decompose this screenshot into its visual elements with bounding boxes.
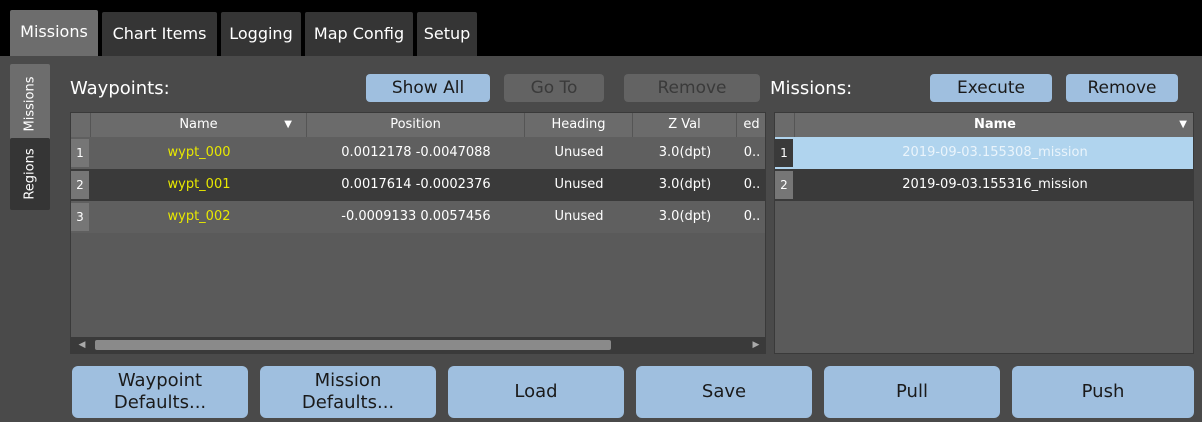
missions-label: Missions:: [770, 78, 853, 99]
waypoint-heading[interactable]: Unused: [525, 169, 633, 201]
column-mission-name-label: Name: [973, 117, 1016, 132]
waypoint-zval[interactable]: 3.0(dpt): [633, 169, 737, 201]
row-number[interactable]: 3: [71, 203, 89, 231]
execute-button[interactable]: Execute: [930, 74, 1052, 102]
chevron-down-icon[interactable]: ▼: [284, 113, 292, 137]
table-row[interactable]: 2 2019-09-03.155316_mission: [775, 169, 1193, 201]
missions-table: Name ▼ 1 2019-09-03.155308_mission 2 201…: [774, 112, 1194, 354]
waypoint-extra[interactable]: 0..: [737, 169, 765, 201]
table-row[interactable]: 1 wypt_000 0.0012178 -0.0047088 Unused 3…: [71, 137, 765, 169]
scroll-right-icon[interactable]: ▶: [747, 337, 765, 353]
waypoint-name[interactable]: wypt_001: [91, 169, 307, 201]
save-button[interactable]: Save: [636, 366, 812, 418]
row-number[interactable]: 2: [71, 171, 89, 199]
horizontal-scrollbar[interactable]: ◀ ▶: [71, 337, 765, 353]
waypoints-table-header: Name ▼ Position Heading Z Val ed: [71, 113, 765, 137]
side-tab-missions-label: Missions: [22, 76, 38, 132]
tab-logging[interactable]: Logging: [221, 12, 301, 56]
row-header-corner: [775, 113, 795, 137]
waypoint-extra[interactable]: 0..: [737, 201, 765, 233]
table-row[interactable]: 3 wypt_002 -0.0009133 0.0057456 Unused 3…: [71, 201, 765, 233]
column-header-name[interactable]: Name ▼: [91, 113, 307, 137]
column-header-mission-name[interactable]: Name ▼: [795, 113, 1193, 137]
go-to-button[interactable]: Go To: [504, 74, 604, 102]
pull-button[interactable]: Pull: [824, 366, 1000, 418]
waypoint-heading[interactable]: Unused: [525, 137, 633, 169]
row-number[interactable]: 1: [775, 139, 793, 167]
missions-panel: Waypoints: Show All Go To Remove Mission…: [58, 56, 1202, 422]
chevron-down-icon[interactable]: ▼: [1179, 113, 1187, 137]
side-tab-regions[interactable]: Regions: [10, 138, 50, 210]
mission-defaults-button[interactable]: Mission Defaults...: [260, 366, 436, 418]
mission-defaults-line2: Defaults...: [301, 392, 395, 413]
waypoint-heading[interactable]: Unused: [525, 201, 633, 233]
scrollbar-thumb[interactable]: [95, 340, 611, 350]
side-tab-bar: Missions Regions: [0, 56, 58, 422]
waypoint-name[interactable]: wypt_000: [91, 137, 307, 169]
waypoint-defaults-label: Waypoint Defaults...: [114, 370, 206, 414]
side-tab-missions[interactable]: Missions: [10, 64, 50, 144]
waypoint-position[interactable]: -0.0009133 0.0057456: [307, 201, 525, 233]
waypoint-defaults-line1: Waypoint: [117, 370, 203, 391]
tab-map-config[interactable]: Map Config: [305, 12, 413, 56]
waypoint-defaults-button[interactable]: Waypoint Defaults...: [72, 366, 248, 418]
row-number[interactable]: 2: [775, 171, 793, 199]
scroll-left-icon[interactable]: ◀: [73, 337, 91, 353]
mission-name[interactable]: 2019-09-03.155316_mission: [795, 169, 1193, 201]
waypoint-name[interactable]: wypt_002: [91, 201, 307, 233]
waypoint-position[interactable]: 0.0017614 -0.0002376: [307, 169, 525, 201]
row-header-corner: [71, 113, 91, 137]
show-all-button[interactable]: Show All: [366, 74, 490, 102]
mission-defaults-label: Mission Defaults...: [302, 370, 394, 414]
column-header-position[interactable]: Position: [307, 113, 525, 137]
table-row[interactable]: 1 2019-09-03.155308_mission: [775, 137, 1193, 169]
waypoint-zval[interactable]: 3.0(dpt): [633, 137, 737, 169]
table-row[interactable]: 2 wypt_001 0.0017614 -0.0002376 Unused 3…: [71, 169, 765, 201]
load-button[interactable]: Load: [448, 366, 624, 418]
mission-defaults-line1: Mission: [314, 370, 382, 391]
remove-mission-button[interactable]: Remove: [1066, 74, 1178, 102]
top-tab-bar: Missions Chart Items Logging Map Config …: [0, 0, 1202, 56]
remove-waypoint-button[interactable]: Remove: [624, 74, 760, 102]
waypoint-defaults-line2: Defaults...: [113, 392, 207, 413]
side-tab-regions-label: Regions: [22, 148, 38, 200]
column-header-extra[interactable]: ed: [737, 113, 765, 137]
tab-setup[interactable]: Setup: [417, 12, 477, 56]
tab-chart-items[interactable]: Chart Items: [102, 12, 217, 56]
missions-table-header: Name ▼: [775, 113, 1193, 137]
column-header-zval[interactable]: Z Val: [633, 113, 737, 137]
tab-missions[interactable]: Missions: [10, 10, 98, 56]
waypoints-table: Name ▼ Position Heading Z Val ed 1 wypt_…: [70, 112, 766, 354]
waypoint-zval[interactable]: 3.0(dpt): [633, 201, 737, 233]
push-button[interactable]: Push: [1012, 366, 1194, 418]
waypoint-position[interactable]: 0.0012178 -0.0047088: [307, 137, 525, 169]
waypoints-label: Waypoints:: [70, 78, 170, 99]
mission-name[interactable]: 2019-09-03.155308_mission: [795, 137, 1193, 169]
column-header-heading[interactable]: Heading: [525, 113, 633, 137]
row-number[interactable]: 1: [71, 139, 89, 167]
column-name-label: Name: [179, 117, 218, 132]
waypoint-extra[interactable]: 0..: [737, 137, 765, 169]
